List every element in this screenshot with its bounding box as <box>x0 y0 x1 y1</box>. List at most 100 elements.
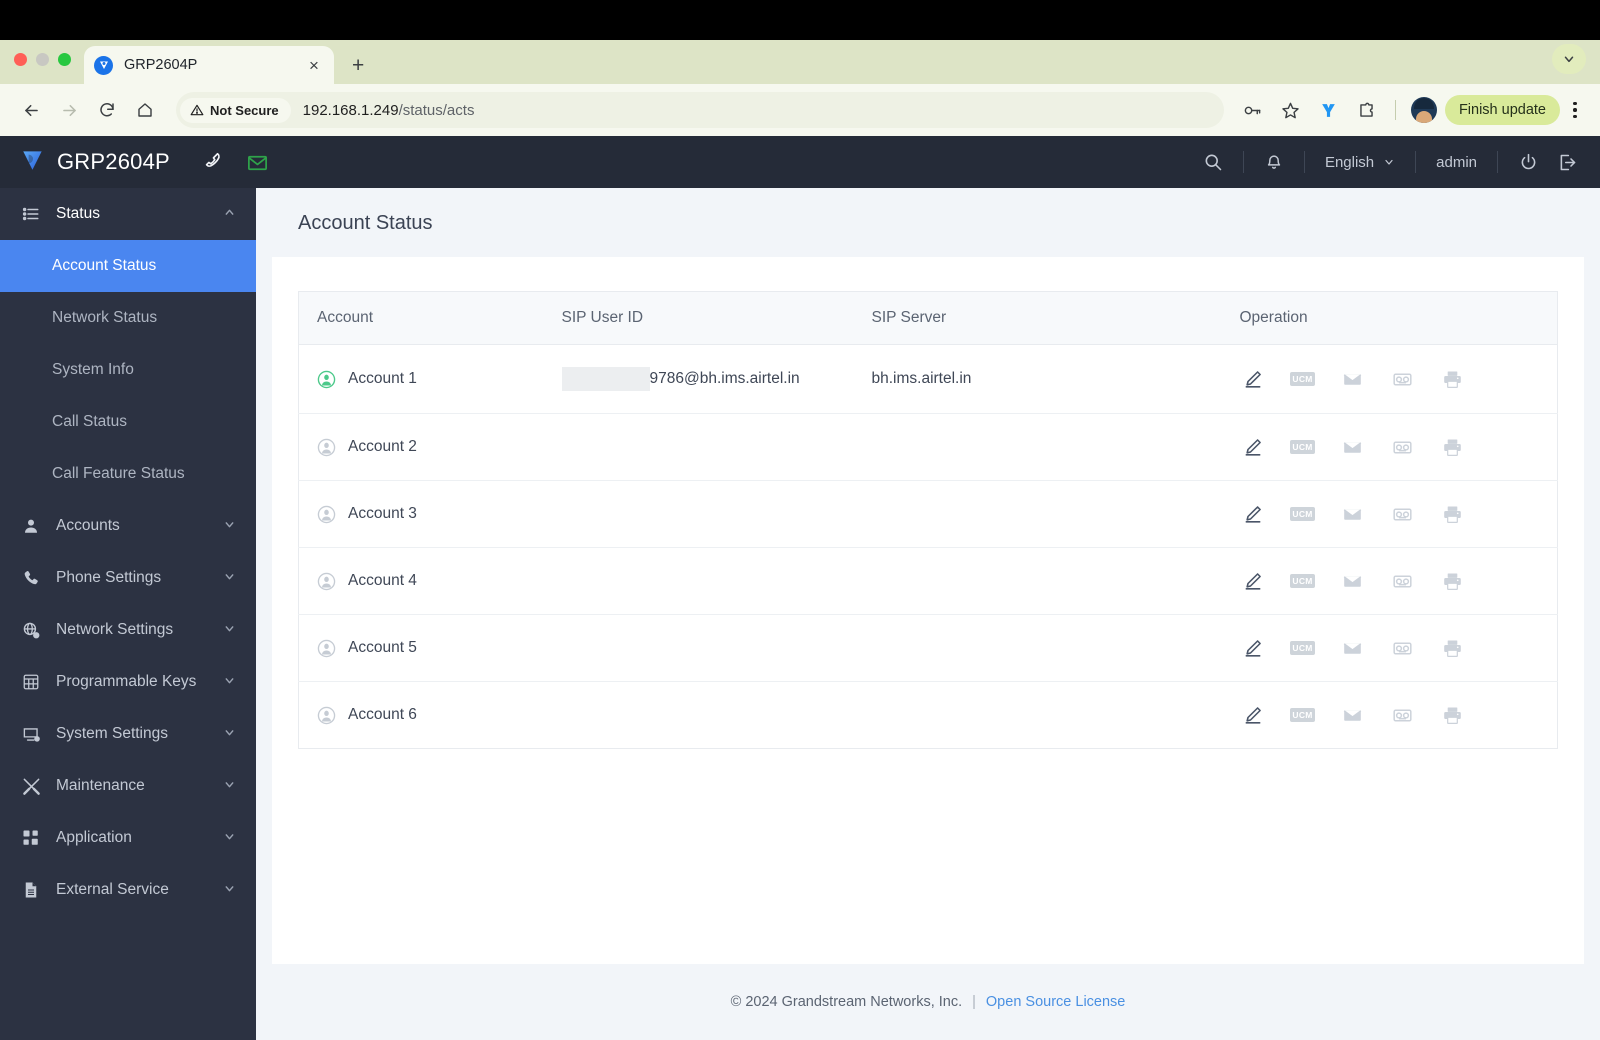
y-extension-icon[interactable] <box>1312 93 1346 127</box>
logout-icon[interactable] <box>1557 152 1578 173</box>
chevron-down-icon[interactable] <box>1552 44 1586 74</box>
column-header-sip-server: SIP Server <box>853 291 1222 345</box>
new-tab-button[interactable]: + <box>352 55 364 76</box>
table-row: Account 1 9786@bh.ims.airtel.in bh.ims.air… <box>298 344 1558 414</box>
key-icon[interactable] <box>1236 93 1270 127</box>
footer-separator: | <box>972 994 976 1010</box>
reload-icon[interactable] <box>90 93 124 127</box>
printer-icon[interactable] <box>1442 704 1464 726</box>
minimize-window-button[interactable] <box>36 53 49 66</box>
sidebar-group-status[interactable]: Status <box>0 188 256 240</box>
sidebar-group-network-settings[interactable]: Network Settings <box>0 604 256 656</box>
sidebar-item-account-status[interactable]: Account Status <box>0 240 256 292</box>
url-text[interactable]: 192.168.1.249/status/acts <box>303 102 475 119</box>
sidebar-item-network-status[interactable]: Network Status <box>0 292 256 344</box>
kebab-menu-icon[interactable] <box>1564 101 1586 119</box>
sidebar-group-accounts[interactable]: Accounts <box>0 500 256 552</box>
envelope-icon[interactable] <box>1342 436 1364 458</box>
language-label: English <box>1324 153 1375 171</box>
close-window-button[interactable] <box>14 53 27 66</box>
printer-icon[interactable] <box>1442 503 1464 525</box>
grandstream-logo-icon <box>20 147 46 178</box>
open-source-license-link[interactable]: Open Source License <box>986 994 1125 1010</box>
tab-strip: GRP2604P × + <box>0 40 1600 84</box>
sidebar-group-application[interactable]: Application <box>0 812 256 864</box>
sidebar-group-label: External Service <box>56 881 169 898</box>
bell-icon[interactable] <box>1264 152 1284 172</box>
account-label: Account 2 <box>348 438 417 455</box>
sidebar-group-maintenance[interactable]: Maintenance <box>0 760 256 812</box>
language-selector[interactable]: English <box>1325 154 1395 171</box>
url-path: /status/acts <box>398 101 475 119</box>
sidebar-item-system-info[interactable]: System Info <box>0 344 256 396</box>
back-icon[interactable] <box>14 93 48 127</box>
voicemail-icon[interactable] <box>1392 570 1414 592</box>
sidebar-group-label: Network Settings <box>56 621 174 638</box>
printer-icon[interactable] <box>1442 436 1464 458</box>
brand[interactable]: GRP2604P <box>0 147 170 178</box>
ucm-icon[interactable]: UCM <box>1290 368 1315 390</box>
security-status-badge[interactable]: Not Secure <box>180 97 291 123</box>
envelope-icon[interactable] <box>1342 503 1364 525</box>
envelope-icon[interactable] <box>1342 704 1364 726</box>
browser-tab[interactable]: GRP2604P × <box>84 46 334 84</box>
address-bar[interactable]: Not Secure 192.168.1.249/status/acts <box>176 92 1224 128</box>
phone-handset-icon[interactable] <box>202 151 224 173</box>
edit-pencil-icon[interactable] <box>1242 704 1264 726</box>
edit-pencil-icon[interactable] <box>1242 368 1264 390</box>
edit-pencil-icon[interactable] <box>1242 570 1264 592</box>
voicemail-icon[interactable] <box>1392 503 1414 525</box>
printer-icon[interactable] <box>1442 368 1464 390</box>
star-icon[interactable] <box>1274 93 1308 127</box>
ucm-icon[interactable]: UCM <box>1290 637 1315 659</box>
sidebar-group-label: System Settings <box>56 725 168 742</box>
sidebar-group-phone-settings[interactable]: Phone Settings <box>0 552 256 604</box>
voicemail-icon[interactable] <box>1392 704 1414 726</box>
close-icon[interactable]: × <box>304 57 324 74</box>
sidebar-item-call-status[interactable]: Call Status <box>0 396 256 448</box>
sidebar-item-label: Account Status <box>52 257 157 274</box>
envelope-icon[interactable] <box>1342 570 1364 592</box>
user-label[interactable]: admin <box>1436 154 1477 171</box>
envelope-icon[interactable] <box>1342 368 1364 390</box>
cell-operation: UCM <box>1221 547 1558 615</box>
edit-pencil-icon[interactable] <box>1242 503 1264 525</box>
chevron-down-icon <box>223 830 236 846</box>
ucm-icon: UCM <box>1290 440 1315 454</box>
sidebar-group-system-settings[interactable]: System Settings <box>0 708 256 760</box>
search-icon[interactable] <box>1203 152 1223 172</box>
content-card: Account SIP User ID SIP Server Operation… <box>272 257 1584 964</box>
table-row: Account 2 UCM <box>298 413 1558 481</box>
home-icon[interactable] <box>128 93 162 127</box>
printer-icon[interactable] <box>1442 637 1464 659</box>
avatar[interactable] <box>1410 97 1437 123</box>
voicemail-icon[interactable] <box>1392 637 1414 659</box>
ucm-icon[interactable]: UCM <box>1290 704 1315 726</box>
sidebar-group-programmable-keys[interactable]: Programmable Keys <box>0 656 256 708</box>
finish-update-button[interactable]: Finish update <box>1444 95 1560 125</box>
sidebar-item-label: Call Status <box>52 413 127 430</box>
envelope-icon[interactable] <box>246 151 269 174</box>
account-registration-icon <box>317 639 336 657</box>
voicemail-icon[interactable] <box>1392 436 1414 458</box>
ucm-icon[interactable]: UCM <box>1290 503 1315 525</box>
maximize-window-button[interactable] <box>58 53 71 66</box>
ucm-icon[interactable]: UCM <box>1290 436 1315 458</box>
sip-user-id-text: 9786@bh.ims.airtel.in <box>649 370 800 387</box>
edit-pencil-icon[interactable] <box>1242 637 1264 659</box>
power-icon[interactable] <box>1518 152 1539 173</box>
ucm-icon: UCM <box>1290 574 1315 588</box>
printer-icon[interactable] <box>1442 570 1464 592</box>
sidebar-item-call-feature-status[interactable]: Call Feature Status <box>0 448 256 500</box>
edit-pencil-icon[interactable] <box>1242 436 1264 458</box>
window-traffic-lights[interactable] <box>14 53 71 66</box>
forward-icon[interactable] <box>52 93 86 127</box>
header-divider <box>1303 151 1305 173</box>
puzzle-icon[interactable] <box>1350 93 1384 127</box>
voicemail-icon[interactable] <box>1392 368 1414 390</box>
ucm-icon[interactable]: UCM <box>1290 570 1315 592</box>
envelope-icon[interactable] <box>1342 637 1364 659</box>
operation-buttons: UCM <box>1240 704 1558 726</box>
sidebar-group-external-service[interactable]: External Service <box>0 864 256 916</box>
cell-operation: UCM <box>1221 344 1558 414</box>
